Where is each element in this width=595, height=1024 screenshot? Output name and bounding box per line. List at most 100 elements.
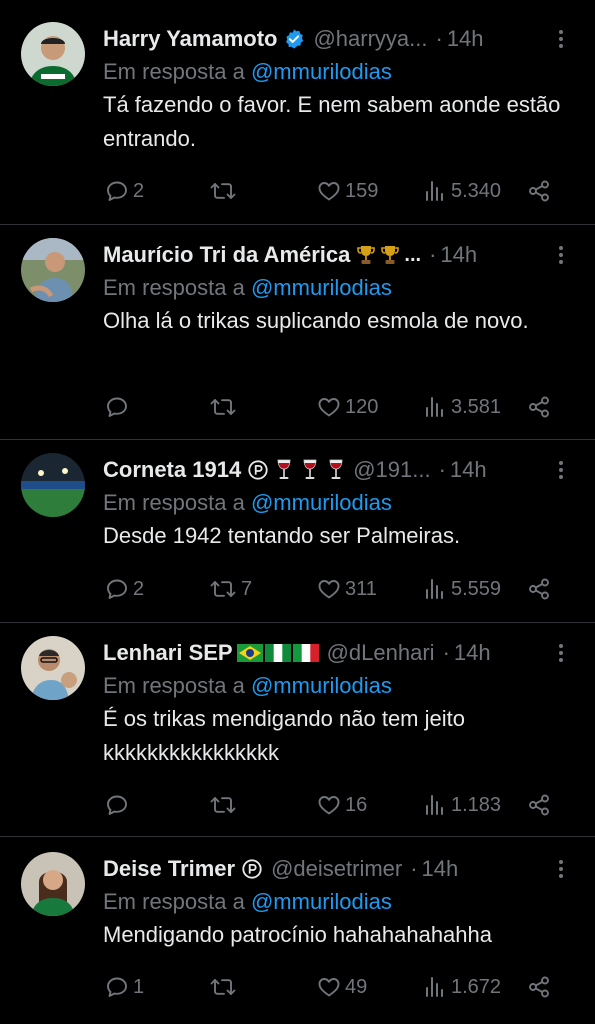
reply-mention-link[interactable]: @mmurilodias [251, 673, 392, 698]
like-button[interactable]: 311 [317, 574, 377, 604]
views-button[interactable]: 3.581 [423, 392, 501, 422]
timestamp[interactable]: 14h [447, 26, 484, 52]
retweet-button[interactable] [209, 392, 241, 422]
reply-prefix: Em resposta a [103, 275, 245, 300]
tweet[interactable]: Corneta 1914 @191... · 14h Em resposta a… [0, 453, 595, 613]
reply-mention-link[interactable]: @mmurilodias [251, 59, 392, 84]
reply-prefix: Em resposta a [103, 673, 245, 698]
reply-context: Em resposta a @mmurilodias [103, 670, 392, 702]
retweet-button[interactable]: 7 [209, 574, 252, 604]
action-bar: 120 3.581 [103, 392, 573, 422]
display-name[interactable]: Maurício Tri da América [103, 242, 350, 268]
reply-count: 2 [133, 179, 145, 202]
tweet[interactable]: Deise Trimer @deisetrimer · 14h Em respo… [0, 852, 595, 1017]
views-count: 5.340 [451, 179, 502, 202]
tweet-text: É os trikas mendigando não tem jeito kkk… [103, 706, 465, 765]
avatar[interactable] [21, 636, 85, 700]
like-count: 16 [345, 793, 368, 816]
timestamp[interactable]: 14h [454, 640, 491, 666]
retweet-button[interactable] [209, 790, 241, 820]
more-icon[interactable] [551, 636, 571, 670]
tweet[interactable]: Maurício Tri da América ... · 14h Em res… [0, 238, 595, 428]
avatar[interactable] [21, 453, 85, 517]
like-button[interactable]: 159 [317, 176, 378, 206]
paid-badge-icon [241, 858, 263, 880]
reply-button[interactable] [105, 392, 133, 422]
share-button[interactable] [527, 574, 551, 604]
reply-context: Em resposta a @mmurilodias [103, 56, 392, 88]
retweet-button[interactable] [209, 972, 241, 1002]
name-ellipsis: ... [404, 243, 422, 266]
share-button[interactable] [527, 392, 551, 422]
tweet-header: Harry Yamamoto @harryya... · 14h [103, 22, 573, 56]
tweet-divider [0, 836, 595, 837]
reply-button[interactable]: 1 [105, 972, 144, 1002]
separator-dot: · [438, 457, 446, 482]
reply-button[interactable]: 2 [105, 574, 144, 604]
nigeria-flag-icon [264, 644, 291, 662]
views-count: 1.672 [451, 975, 502, 998]
user-handle[interactable]: @191... [353, 457, 430, 483]
avatar[interactable] [21, 22, 85, 86]
views-count: 5.559 [451, 577, 502, 600]
like-icon [317, 975, 341, 999]
verified-badge-icon [283, 28, 305, 50]
reply-count: 2 [133, 577, 145, 600]
retweet-button[interactable] [209, 176, 241, 206]
like-count: 311 [345, 577, 377, 600]
retweet-icon [209, 179, 237, 203]
share-button[interactable] [527, 790, 551, 820]
avatar[interactable] [21, 238, 85, 302]
reply-button[interactable] [105, 790, 133, 820]
reply-prefix: Em resposta a [103, 59, 245, 84]
reply-icon [105, 395, 129, 419]
views-button[interactable]: 1.672 [423, 972, 501, 1002]
share-button[interactable] [527, 176, 551, 206]
reply-icon [105, 179, 129, 203]
more-icon[interactable] [551, 22, 571, 56]
timestamp[interactable]: 14h [450, 457, 487, 483]
more-icon[interactable] [551, 238, 571, 272]
avatar[interactable] [21, 852, 85, 916]
display-name[interactable]: Corneta 1914 [103, 457, 241, 483]
reply-context: Em resposta a @mmurilodias [103, 487, 392, 519]
retweet-icon [209, 975, 237, 999]
tweet-header: Corneta 1914 @191... · 14h [103, 453, 573, 487]
views-button[interactable]: 5.559 [423, 574, 501, 604]
like-count: 159 [345, 179, 379, 202]
timestamp[interactable]: 14h [422, 856, 459, 882]
display-name[interactable]: Harry Yamamoto [103, 26, 277, 52]
reply-mention-link[interactable]: @mmurilodias [251, 275, 392, 300]
like-icon [317, 793, 341, 817]
reply-icon [105, 793, 129, 817]
trophy-icon [380, 244, 400, 266]
user-handle[interactable]: @dLenhari [327, 640, 435, 666]
views-button[interactable]: 5.340 [423, 176, 501, 206]
reply-mention-link[interactable]: @mmurilodias [251, 889, 392, 914]
views-button[interactable]: 1.183 [423, 790, 501, 820]
action-bar: 1 49 1.672 [103, 972, 573, 1002]
like-icon [317, 179, 341, 203]
like-button[interactable]: 16 [317, 790, 367, 820]
separator-dot: · [429, 242, 437, 267]
tweet-text: Mendigando patrocínio hahahahahahha [103, 922, 492, 947]
display-name[interactable]: Lenhari SEP [103, 640, 233, 666]
separator-dot: · [410, 856, 418, 881]
user-handle[interactable]: @harryya... [313, 26, 427, 52]
display-name[interactable]: Deise Trimer [103, 856, 235, 882]
tweet[interactable]: Lenhari SEP @dLenhari · 14h Em resposta … [0, 636, 595, 826]
wine-glass-icon [301, 458, 319, 482]
more-icon[interactable] [551, 453, 571, 487]
like-button[interactable]: 49 [317, 972, 367, 1002]
timestamp[interactable]: 14h [440, 242, 477, 268]
reply-mention-link[interactable]: @mmurilodias [251, 490, 392, 515]
share-button[interactable] [527, 972, 551, 1002]
like-button[interactable]: 120 [317, 392, 378, 422]
more-icon[interactable] [551, 852, 571, 886]
reply-button[interactable]: 2 [105, 176, 144, 206]
views-icon [423, 577, 447, 601]
tweet[interactable]: Harry Yamamoto @harryya... · 14h Em resp… [0, 22, 595, 212]
italy-flag-icon [292, 644, 319, 662]
user-handle[interactable]: @deisetrimer [271, 856, 402, 882]
views-icon [423, 975, 447, 999]
